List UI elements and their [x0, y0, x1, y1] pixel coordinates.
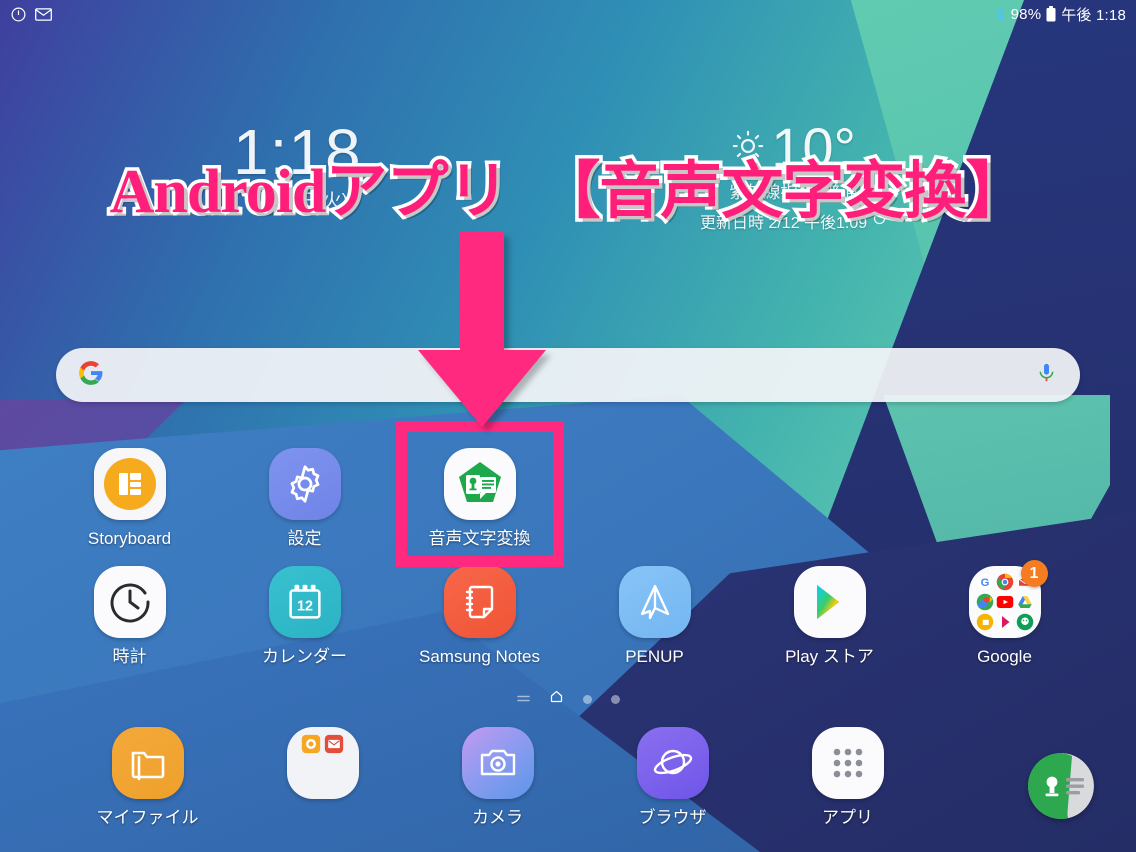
internet-browser-icon	[636, 727, 709, 799]
annotation-title-part1: Android	[106, 155, 330, 230]
folder-badge: 1	[1020, 560, 1048, 587]
android-home-screen: 98% 午後 1:18 1:18 2月12日(火) 10° 紫外線指数: 普通	[0, 0, 1136, 852]
home-page-icon[interactable]	[549, 689, 564, 709]
dock-item-folder[interactable]	[235, 727, 410, 827]
storyboard-icon	[93, 448, 166, 520]
app-item-calendar[interactable]: 12 カレンダー	[217, 566, 392, 666]
mini-gallery-icon	[301, 734, 321, 754]
app-item-clock[interactable]: 時計	[42, 566, 217, 666]
status-bar[interactable]: 98% 午後 1:18	[0, 0, 1136, 28]
app-row-2: 時計 12 カレンダー Samsung Notes PENUP Play ストア…	[42, 560, 1092, 666]
apps-grid-icon	[811, 727, 884, 799]
svg-text:G: G	[980, 577, 989, 589]
dock-item-browser[interactable]: ブラウザ	[585, 727, 760, 827]
camera-icon	[461, 727, 534, 799]
annotation-title: Androidアプリ 【音声文字変換】	[0, 140, 1136, 231]
mini-slides-icon	[976, 613, 994, 631]
mini-duo-icon	[1016, 613, 1034, 631]
app-label: Play ストア	[785, 647, 874, 666]
mini-play-music-icon	[996, 613, 1014, 631]
app-label: 設定	[287, 529, 322, 548]
app-label: Samsung Notes	[419, 647, 540, 666]
app-item-samsung-notes[interactable]: Samsung Notes	[392, 566, 567, 666]
mini-drive-icon	[1016, 593, 1034, 611]
app-label: アプリ	[822, 808, 873, 827]
app-label: Storyboard	[87, 529, 172, 548]
calendar-day-number: 12	[297, 599, 313, 615]
annotation-title-part2: アプリ 【音声文字変換】	[322, 151, 1031, 231]
app-label: PENUP	[625, 647, 684, 666]
battery-icon	[1046, 6, 1056, 22]
dock-item-camera[interactable]: カメラ	[410, 727, 585, 827]
clock-icon	[93, 566, 166, 638]
mini-chrome-icon	[996, 573, 1014, 591]
app-item-storyboard[interactable]: Storyboard	[42, 448, 217, 548]
live-transcribe-float-icon[interactable]	[1028, 753, 1094, 819]
page-dot[interactable]	[610, 694, 620, 704]
power-clock-icon	[10, 6, 27, 23]
app-label: マイファイル	[96, 808, 199, 827]
dock-item-my-files[interactable]: マイファイル	[60, 727, 235, 827]
list-pages-icon[interactable]	[516, 690, 530, 708]
app-item-play-store[interactable]: Play ストア	[742, 566, 917, 666]
battery-percent-label: 98%	[1010, 5, 1042, 23]
mini-youtube-icon	[996, 593, 1014, 611]
page-dot[interactable]	[582, 694, 592, 704]
app-folder-icon	[286, 727, 359, 799]
bluetooth-icon	[994, 6, 1006, 22]
app-label: カレンダー	[262, 647, 347, 666]
page-indicator[interactable]	[0, 689, 1136, 709]
app-label: Google	[977, 647, 1032, 666]
annotation-highlight-box	[396, 421, 564, 567]
google-search-bar[interactable]	[56, 348, 1080, 402]
mini-email-icon	[324, 734, 344, 754]
settings-gear-icon	[268, 448, 341, 520]
status-bar-right: 98% 午後 1:18	[994, 4, 1126, 25]
down-arrow-annotation	[418, 232, 546, 427]
mini-maps-icon	[976, 593, 994, 611]
play-store-icon	[793, 566, 866, 638]
app-item-google-folder[interactable]: G 1 Google	[917, 560, 1092, 666]
status-bar-left	[10, 6, 52, 23]
penup-icon	[618, 566, 691, 638]
google-g-icon	[78, 360, 104, 391]
gmail-icon	[35, 7, 52, 21]
app-item-settings[interactable]: 設定	[217, 448, 392, 548]
app-item-penup[interactable]: PENUP	[567, 566, 742, 666]
folder-mini-row	[286, 727, 359, 799]
search-input[interactable]	[104, 348, 1035, 402]
app-label: カメラ	[472, 808, 523, 827]
status-bar-clock: 午後 1:18	[1061, 6, 1126, 24]
app-label: 時計	[112, 647, 147, 666]
mini-google-icon: G	[976, 573, 994, 591]
dock-row: マイファイル カメラ ブラウザ アプリ	[60, 727, 935, 827]
google-folder-icon: G 1	[968, 560, 1048, 638]
my-files-folder-icon	[111, 727, 184, 799]
app-label: ブラウザ	[638, 808, 707, 827]
calendar-icon: 12	[268, 566, 341, 638]
dock-item-apps[interactable]: アプリ	[760, 727, 935, 827]
microphone-icon[interactable]	[1035, 361, 1058, 389]
samsung-notes-icon	[443, 566, 516, 638]
